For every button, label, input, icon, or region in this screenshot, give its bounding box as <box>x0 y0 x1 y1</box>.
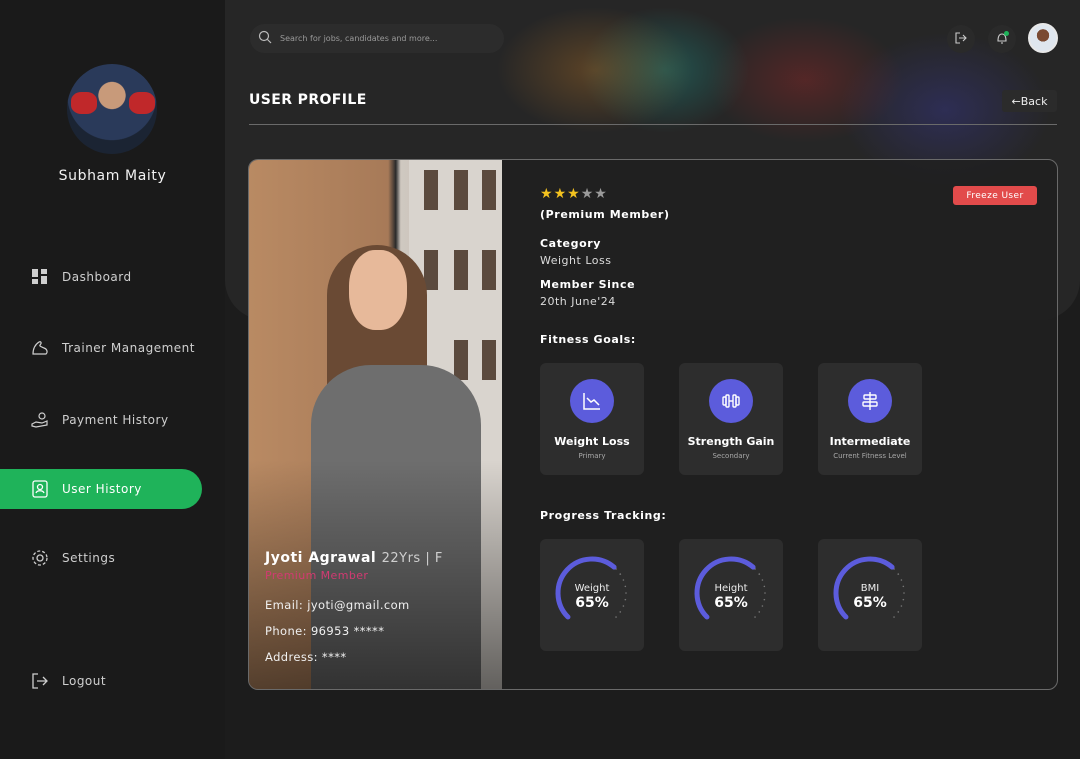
exit-icon <box>954 30 968 49</box>
user-address: Address: **** <box>265 650 347 664</box>
goal-tile-strength-gain[interactable]: Strength Gain Secondary <box>679 363 783 475</box>
user-name: Jyoti Agrawal <box>265 550 377 566</box>
dumbbell-icon <box>709 379 753 423</box>
sidebar-item-label: User History <box>62 482 142 496</box>
goal-title: Weight Loss <box>554 435 630 448</box>
gear-icon <box>30 548 50 568</box>
profile-details: ★ ★ ★ ★ ★ (Premium Member) Category Weight L… <box>540 186 670 308</box>
goal-title: Intermediate <box>829 435 911 448</box>
trend-down-icon <box>570 379 614 423</box>
sidebar-item-label: Trainer Management <box>62 341 195 355</box>
progress-tile-weight: Weight 65% <box>540 539 644 651</box>
search-bar[interactable] <box>250 24 504 53</box>
user-avatar[interactable] <box>1028 23 1058 53</box>
goal-title: Strength Gain <box>687 435 775 448</box>
gauge-value: 65% <box>575 595 609 611</box>
sidebar-item-user-history[interactable]: User History <box>0 469 202 509</box>
payment-hand-icon <box>30 410 50 430</box>
notification-button[interactable] <box>988 25 1016 53</box>
user-history-icon <box>30 479 50 499</box>
bicep-icon <box>30 338 50 358</box>
gauge-label: Height <box>714 583 748 594</box>
user-phone: Phone: 96953 ***** <box>265 624 385 638</box>
profile-card: Jyoti Agrawal 22Yrs | F Premium Member E… <box>248 159 1058 690</box>
progress-tile-height: Height 65% <box>679 539 783 651</box>
user-meta: 22Yrs | F <box>381 551 443 566</box>
profile-avatar[interactable] <box>67 64 157 154</box>
goal-tile-intermediate[interactable]: Intermediate Current Fitness Level <box>818 363 922 475</box>
exit-button[interactable] <box>947 25 975 53</box>
member-type: (Premium Member) <box>540 208 670 221</box>
sidebar-item-settings[interactable]: Settings <box>0 538 202 578</box>
logout-icon <box>30 671 50 691</box>
sidebar-item-label: Settings <box>62 551 116 565</box>
gauge-value: 65% <box>714 595 748 611</box>
freeze-user-button[interactable]: Freeze User <box>953 186 1037 205</box>
member-since-label: Member Since <box>540 278 636 291</box>
align-center-icon <box>848 379 892 423</box>
sidebar-item-label: Payment History <box>62 413 169 427</box>
user-email: Email: jyoti@gmail.com <box>265 598 410 612</box>
fitness-goals-label: Fitness Goals: <box>540 333 636 346</box>
gauge-label: BMI <box>860 583 880 594</box>
search-input[interactable] <box>280 34 490 43</box>
star-empty-icon: ★ <box>580 186 594 202</box>
goal-sub: Secondary <box>712 452 750 460</box>
star-filled-icon: ★ <box>567 186 580 202</box>
notification-dot <box>1004 31 1009 36</box>
goal-tile-weight-loss[interactable]: Weight Loss Primary <box>540 363 644 475</box>
divider <box>249 124 1057 125</box>
sidebar-item-label: Dashboard <box>62 270 132 284</box>
category-value: Weight Loss <box>540 254 612 267</box>
star-filled-icon: ★ <box>553 186 567 202</box>
back-button[interactable]: ←Back <box>1002 90 1057 112</box>
sidebar-item-payment-history[interactable]: Payment History <box>0 400 202 440</box>
member-tag: Premium Member <box>265 569 369 582</box>
goal-sub: Primary <box>578 452 606 460</box>
gauge-value: 65% <box>853 595 887 611</box>
gauge-label: Weight <box>574 583 610 594</box>
page-title: USER PROFILE <box>249 92 367 108</box>
sidebar-item-dashboard[interactable]: Dashboard <box>0 257 202 297</box>
progress-tile-bmi: BMI 65% <box>818 539 922 651</box>
star-empty-icon: ★ <box>594 186 607 202</box>
dashboard-grid-icon <box>30 267 50 287</box>
star-filled-icon: ★ <box>540 186 553 202</box>
user-name-line: Jyoti Agrawal 22Yrs | F <box>265 550 443 566</box>
category-label: Category <box>540 237 602 250</box>
profile-info: Jyoti Agrawal 22Yrs | F Premium Member E… <box>265 550 443 664</box>
sidebar-item-trainer-management[interactable]: Trainer Management <box>0 328 202 368</box>
logout-button[interactable]: Logout <box>0 661 202 701</box>
member-since-value: 20th June'24 <box>540 295 616 308</box>
search-icon <box>258 29 272 48</box>
profile-name: Subham Maity <box>58 168 167 184</box>
progress-tracking-label: Progress Tracking: <box>540 509 667 522</box>
rating-stars: ★ ★ ★ ★ ★ <box>540 186 670 202</box>
profile-photo: Jyoti Agrawal 22Yrs | F Premium Member E… <box>249 160 502 689</box>
goal-sub: Current Fitness Level <box>833 452 907 460</box>
logout-label: Logout <box>62 674 107 688</box>
sidebar: Subham Maity Dashboard Trainer Managemen… <box>0 0 225 759</box>
